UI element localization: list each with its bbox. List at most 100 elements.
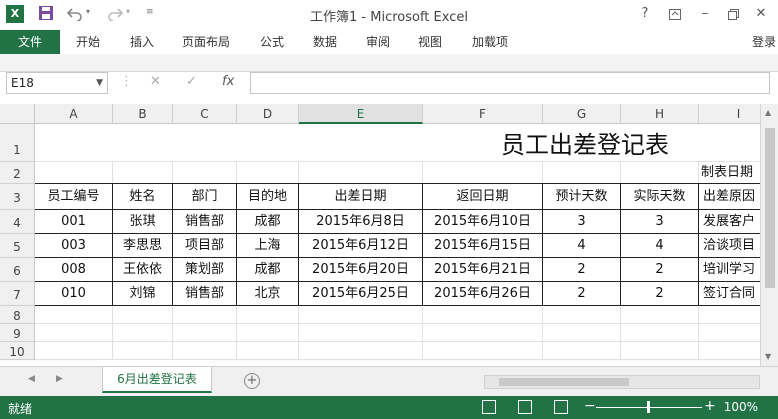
grid-cell[interactable]: [699, 342, 760, 360]
table-data-cell[interactable]: 洽谈项目: [699, 234, 760, 258]
table-data-cell[interactable]: 项目部: [173, 234, 237, 258]
table-data-cell[interactable]: 发展客户: [699, 210, 760, 234]
table-data-cell[interactable]: 李思思: [113, 234, 173, 258]
table-data-cell[interactable]: 2: [621, 282, 699, 306]
table-data-cell[interactable]: 销售部: [173, 282, 237, 306]
table-data-cell[interactable]: 销售部: [173, 210, 237, 234]
table-data-cell[interactable]: 2015年6月10日: [423, 210, 543, 234]
table-header-cell[interactable]: 预计天数: [543, 184, 621, 210]
horizontal-scrollbar[interactable]: [484, 375, 760, 389]
table-header-cell[interactable]: 员工编号: [35, 184, 113, 210]
table-header-cell[interactable]: 出差原因: [699, 184, 760, 210]
grid-cell[interactable]: [543, 306, 621, 324]
zoom-out-button[interactable]: −: [584, 398, 596, 414]
zoom-in-button[interactable]: +: [704, 398, 716, 414]
row-header-8[interactable]: 8: [0, 306, 35, 324]
grid-cell[interactable]: [237, 342, 299, 360]
vertical-scrollbar[interactable]: ▲ ▼: [760, 104, 778, 366]
grid-cell[interactable]: [35, 324, 113, 342]
close-icon[interactable]: ✕: [750, 4, 772, 24]
table-data-cell[interactable]: 4: [621, 234, 699, 258]
grid-cell[interactable]: [423, 342, 543, 360]
row-header-7[interactable]: 7: [0, 282, 35, 306]
grid-cell[interactable]: [113, 162, 173, 184]
column-header-g[interactable]: G: [543, 104, 621, 124]
column-header-c[interactable]: C: [173, 104, 237, 124]
row-header-10[interactable]: 10: [0, 342, 35, 360]
ribbon-display-icon[interactable]: [664, 4, 686, 24]
row-header-5[interactable]: 5: [0, 234, 35, 258]
table-header-cell[interactable]: 姓名: [113, 184, 173, 210]
row-header-1[interactable]: 1: [0, 124, 35, 162]
grid-cell[interactable]: [543, 162, 621, 184]
table-data-cell[interactable]: 培训学习: [699, 258, 760, 282]
table-data-cell[interactable]: 001: [35, 210, 113, 234]
sheet-tab-june-travel[interactable]: 6月出差登记表: [102, 367, 212, 393]
table-data-cell[interactable]: 2015年6月8日: [299, 210, 423, 234]
grid-cell[interactable]: [237, 324, 299, 342]
tab-add-ins[interactable]: 加载项: [472, 30, 508, 54]
table-header-cell[interactable]: 实际天数: [621, 184, 699, 210]
grid-cell[interactable]: [299, 162, 423, 184]
formula-input[interactable]: [250, 72, 770, 94]
table-data-cell[interactable]: 成都: [237, 258, 299, 282]
column-header-a[interactable]: A: [35, 104, 113, 124]
row-header-4[interactable]: 4: [0, 210, 35, 234]
date-label-cell[interactable]: 制表日期: [699, 162, 760, 184]
table-data-cell[interactable]: 2015年6月15日: [423, 234, 543, 258]
grid-cell[interactable]: [423, 324, 543, 342]
minimize-icon[interactable]: –: [694, 4, 716, 24]
table-header-cell[interactable]: 目的地: [237, 184, 299, 210]
grid-cell[interactable]: [543, 324, 621, 342]
enter-icon[interactable]: ✓: [186, 74, 197, 89]
grid-cell[interactable]: [237, 306, 299, 324]
help-icon[interactable]: ?: [634, 4, 656, 24]
grid-cell[interactable]: [299, 306, 423, 324]
tab-file[interactable]: 文件: [0, 30, 60, 54]
table-header-cell[interactable]: 返回日期: [423, 184, 543, 210]
grid-cell[interactable]: [299, 342, 423, 360]
table-header-cell[interactable]: 部门: [173, 184, 237, 210]
table-data-cell[interactable]: 张琪: [113, 210, 173, 234]
table-data-cell[interactable]: 王依依: [113, 258, 173, 282]
grid-cell[interactable]: [173, 324, 237, 342]
vertical-scroll-thumb[interactable]: [765, 128, 775, 288]
zoom-slider-thumb[interactable]: [647, 401, 650, 413]
column-header-i[interactable]: I: [699, 104, 760, 124]
column-header-e[interactable]: E: [299, 104, 423, 124]
tab-page-layout[interactable]: 页面布局: [182, 30, 230, 54]
worksheet-grid[interactable]: A B C D E F G H I 1 2 3 4 5 6 7 8 9 10 员工出差登记表 制表日期 员工编号 姓名 部门目…: [0, 104, 760, 366]
grid-cell[interactable]: [113, 324, 173, 342]
grid-cell[interactable]: [299, 324, 423, 342]
grid-cell[interactable]: [173, 342, 237, 360]
tab-review[interactable]: 审阅: [366, 30, 390, 54]
row-header-9[interactable]: 9: [0, 324, 35, 342]
cancel-icon[interactable]: ✕: [150, 74, 161, 89]
grid-cell[interactable]: [699, 324, 760, 342]
row-header-3[interactable]: 3: [0, 184, 35, 210]
sign-in-link[interactable]: 登录: [752, 30, 776, 54]
grid-cell[interactable]: [173, 162, 237, 184]
table-data-cell[interactable]: 008: [35, 258, 113, 282]
scroll-up-icon[interactable]: ▲: [765, 108, 771, 117]
tab-view[interactable]: 视图: [418, 30, 442, 54]
table-data-cell[interactable]: 2015年6月21日: [423, 258, 543, 282]
grid-cell[interactable]: [35, 342, 113, 360]
table-data-cell[interactable]: 003: [35, 234, 113, 258]
page-break-view-icon[interactable]: [554, 400, 568, 414]
grid-cell[interactable]: [237, 162, 299, 184]
table-data-cell[interactable]: 上海: [237, 234, 299, 258]
grid-cell[interactable]: [113, 342, 173, 360]
grid-cell[interactable]: [621, 324, 699, 342]
table-data-cell[interactable]: 北京: [237, 282, 299, 306]
tab-data[interactable]: 数据: [313, 30, 337, 54]
grid-cell[interactable]: [423, 306, 543, 324]
table-data-cell[interactable]: 3: [543, 210, 621, 234]
grid-cell[interactable]: [35, 162, 113, 184]
grid-cell[interactable]: [543, 342, 621, 360]
table-data-cell[interactable]: 2015年6月20日: [299, 258, 423, 282]
grid-cell[interactable]: [699, 306, 760, 324]
select-all-corner[interactable]: [0, 104, 35, 124]
grid-cell[interactable]: [621, 306, 699, 324]
tab-home[interactable]: 开始: [76, 30, 100, 54]
